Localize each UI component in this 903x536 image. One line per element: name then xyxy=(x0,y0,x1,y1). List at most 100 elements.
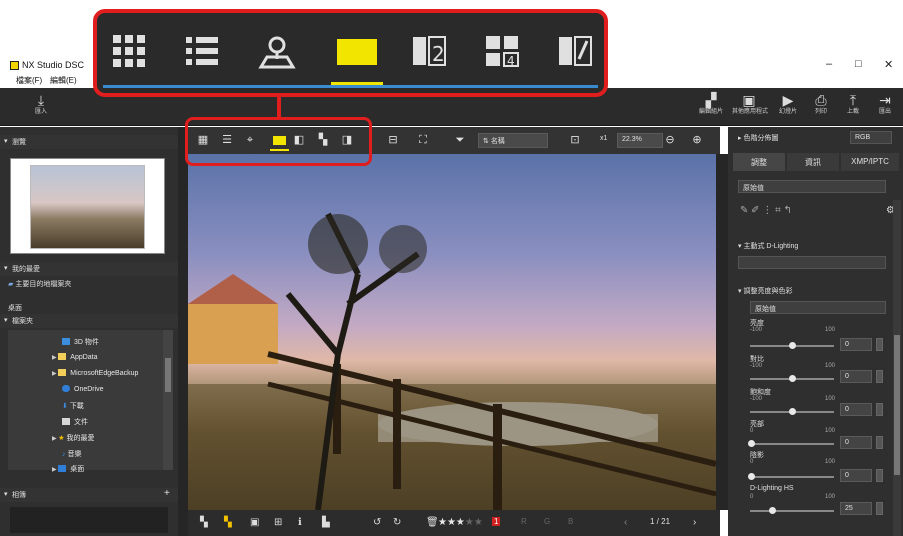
fullscreen-icon[interactable]: ⛶ xyxy=(416,133,430,147)
slider-knob[interactable] xyxy=(769,507,776,514)
folder-item[interactable]: OneDrive xyxy=(62,385,104,393)
adjust-tools-row[interactable]: ✎ ✐ ⋮ ⌗ ↰ xyxy=(740,205,792,216)
stepper[interactable] xyxy=(876,370,883,383)
scrollbar-thumb[interactable] xyxy=(894,335,900,475)
rotate-right-icon[interactable]: ↻ xyxy=(393,517,401,528)
grid-icon[interactable]: ⊞ xyxy=(274,517,282,528)
folder-item[interactable]: 文件 xyxy=(62,417,88,427)
slider-knob[interactable] xyxy=(789,375,796,382)
before-after-icon xyxy=(559,36,592,66)
menu-edit[interactable]: 編輯(E) xyxy=(50,75,77,86)
folder-item[interactable]: ♪ 音樂 xyxy=(62,449,81,459)
folder-item[interactable]: ▶ ★ 我的最愛 xyxy=(52,433,95,443)
zoom-out-icon[interactable]: ⊖ xyxy=(663,133,677,147)
maximize-button[interactable]: □ xyxy=(855,58,862,70)
preset-select[interactable]: 原始值 xyxy=(738,180,886,193)
brightness-value[interactable]: 0 xyxy=(840,338,872,351)
stepper[interactable] xyxy=(876,502,883,515)
other-apps-button[interactable]: ▣ 其他應用程式 xyxy=(732,92,768,116)
histogram-header[interactable]: ▸ 色階分佈圖 xyxy=(738,133,778,143)
brightness-preset-select[interactable]: 原始值 xyxy=(750,301,886,314)
dlighting-select[interactable] xyxy=(738,256,886,269)
slider-knob[interactable] xyxy=(748,440,755,447)
menu-file[interactable]: 檔案(F) xyxy=(16,75,42,86)
shadows-slider[interactable] xyxy=(750,476,834,478)
left-panel: ▾ 瀏覽 ▾ 我的最愛 ▰ 主要目的地檔案夾 桌面 ▾ 檔案夾 3D 物件 ▶ … xyxy=(0,127,178,536)
favorites-header[interactable]: ▾ 我的最愛 xyxy=(0,262,178,276)
stepper[interactable] xyxy=(876,469,883,482)
highlights-slider[interactable] xyxy=(750,443,834,445)
histogram-mode-select[interactable]: RGB xyxy=(850,131,892,144)
label-g[interactable]: G xyxy=(544,517,550,526)
import-button[interactable]: ⤓ 匯入 xyxy=(24,92,58,116)
actual-size-button[interactable]: x1 xyxy=(596,133,613,148)
label-red[interactable]: 1 xyxy=(492,517,501,526)
stepper[interactable] xyxy=(876,436,883,449)
browser-header[interactable]: ▾ 瀏覽 xyxy=(0,135,178,149)
dlighting-hs-value[interactable]: 25 xyxy=(840,502,872,515)
svg-text:2: 2 xyxy=(432,42,445,66)
folder-item[interactable]: ⬇ 下載 xyxy=(62,401,84,411)
sort-icon: ⇅ xyxy=(483,138,491,145)
folder-item[interactable]: 3D 物件 xyxy=(62,337,99,347)
zoom-level-select[interactable]: 22.3% xyxy=(617,133,663,148)
albums-list xyxy=(10,507,168,533)
folder-scrollbar[interactable] xyxy=(163,330,173,470)
tab-adjust[interactable]: 調整 xyxy=(733,153,785,171)
active-dlighting-header[interactable]: ▾ 主動式 D-Lighting xyxy=(738,241,798,251)
display-options-icon[interactable]: ⊟ xyxy=(386,133,400,147)
export-button[interactable]: ⇥ 匯出 xyxy=(868,92,902,116)
trash-icon[interactable]: 🗑 xyxy=(426,517,439,528)
label-b[interactable]: B xyxy=(568,517,573,526)
zoom-in-icon[interactable]: ⊕ xyxy=(690,133,704,147)
rating-stars[interactable]: ★★★★★ xyxy=(438,517,483,528)
dlighting-hs-slider[interactable] xyxy=(750,510,834,512)
slider-knob[interactable] xyxy=(789,408,796,415)
right-panel-scrollbar[interactable] xyxy=(893,200,901,536)
favorites-item[interactable]: ▰ 主要目的地檔案夾 xyxy=(8,279,163,293)
right-panel-splitter[interactable] xyxy=(716,154,728,510)
folder-item[interactable]: ▶ 桌面 xyxy=(52,464,84,474)
stack-icon[interactable]: ▚ xyxy=(200,517,208,528)
info-icon[interactable]: ▣ xyxy=(250,517,259,528)
slideshow-button[interactable]: ▶ 幻燈片 xyxy=(771,92,805,116)
tab-xmp-iptc[interactable]: XMP/IPTC xyxy=(841,153,899,171)
download-icon: ⬇ xyxy=(62,403,70,410)
previous-image-icon[interactable]: ‹ xyxy=(624,517,627,528)
next-image-icon[interactable]: › xyxy=(693,517,696,528)
add-album-button[interactable]: + xyxy=(164,488,170,499)
print-button[interactable]: ⎙ 列印 xyxy=(804,92,838,116)
albums-header[interactable]: ▾ 相簿 + xyxy=(0,488,178,502)
app-logo xyxy=(10,61,19,70)
scrollbar-thumb[interactable] xyxy=(165,358,171,392)
folder-icon: ▰ xyxy=(8,281,14,288)
movie-editor-button[interactable]: ▞ 編輯組片 xyxy=(694,92,728,116)
folder-item[interactable]: ▶ MicrosoftEdgeBackup xyxy=(52,369,138,377)
brightness-color-header[interactable]: ▾ 調整亮度與色彩 xyxy=(738,286,792,296)
onedrive-icon xyxy=(62,385,70,392)
stepper[interactable] xyxy=(876,338,883,351)
shadows-value[interactable]: 0 xyxy=(840,469,872,482)
contrast-value[interactable]: 0 xyxy=(840,370,872,383)
highlights-value[interactable]: 0 xyxy=(840,436,872,449)
filter-icon[interactable]: ⏷ xyxy=(453,133,467,147)
saturation-value[interactable]: 0 xyxy=(840,403,872,416)
slider-knob[interactable] xyxy=(789,342,796,349)
tab-info[interactable]: 資訊 xyxy=(787,153,839,171)
label-r[interactable]: R xyxy=(521,517,527,526)
upload-button[interactable]: ⤒ 上載 xyxy=(836,92,870,116)
histogram-icon[interactable]: ▙ xyxy=(322,517,330,528)
details-icon[interactable]: ℹ xyxy=(298,517,302,528)
folder-item[interactable]: ▶ AppData xyxy=(52,353,98,361)
document-icon xyxy=(62,418,70,425)
minimize-button[interactable]: – xyxy=(826,58,832,70)
sort-dropdown[interactable]: ⇅ 名稱 xyxy=(478,133,548,148)
stepper[interactable] xyxy=(876,403,883,416)
compare-icon[interactable]: ▚ xyxy=(224,517,232,528)
rotate-left-icon[interactable]: ↺ xyxy=(373,517,381,528)
left-panel-splitter[interactable] xyxy=(178,127,188,536)
close-button[interactable]: ✕ xyxy=(884,58,893,71)
folders-header[interactable]: ▾ 檔案夾 xyxy=(0,314,178,328)
fit-screen-icon[interactable]: ⊡ xyxy=(568,133,582,147)
slider-knob[interactable] xyxy=(748,473,755,480)
